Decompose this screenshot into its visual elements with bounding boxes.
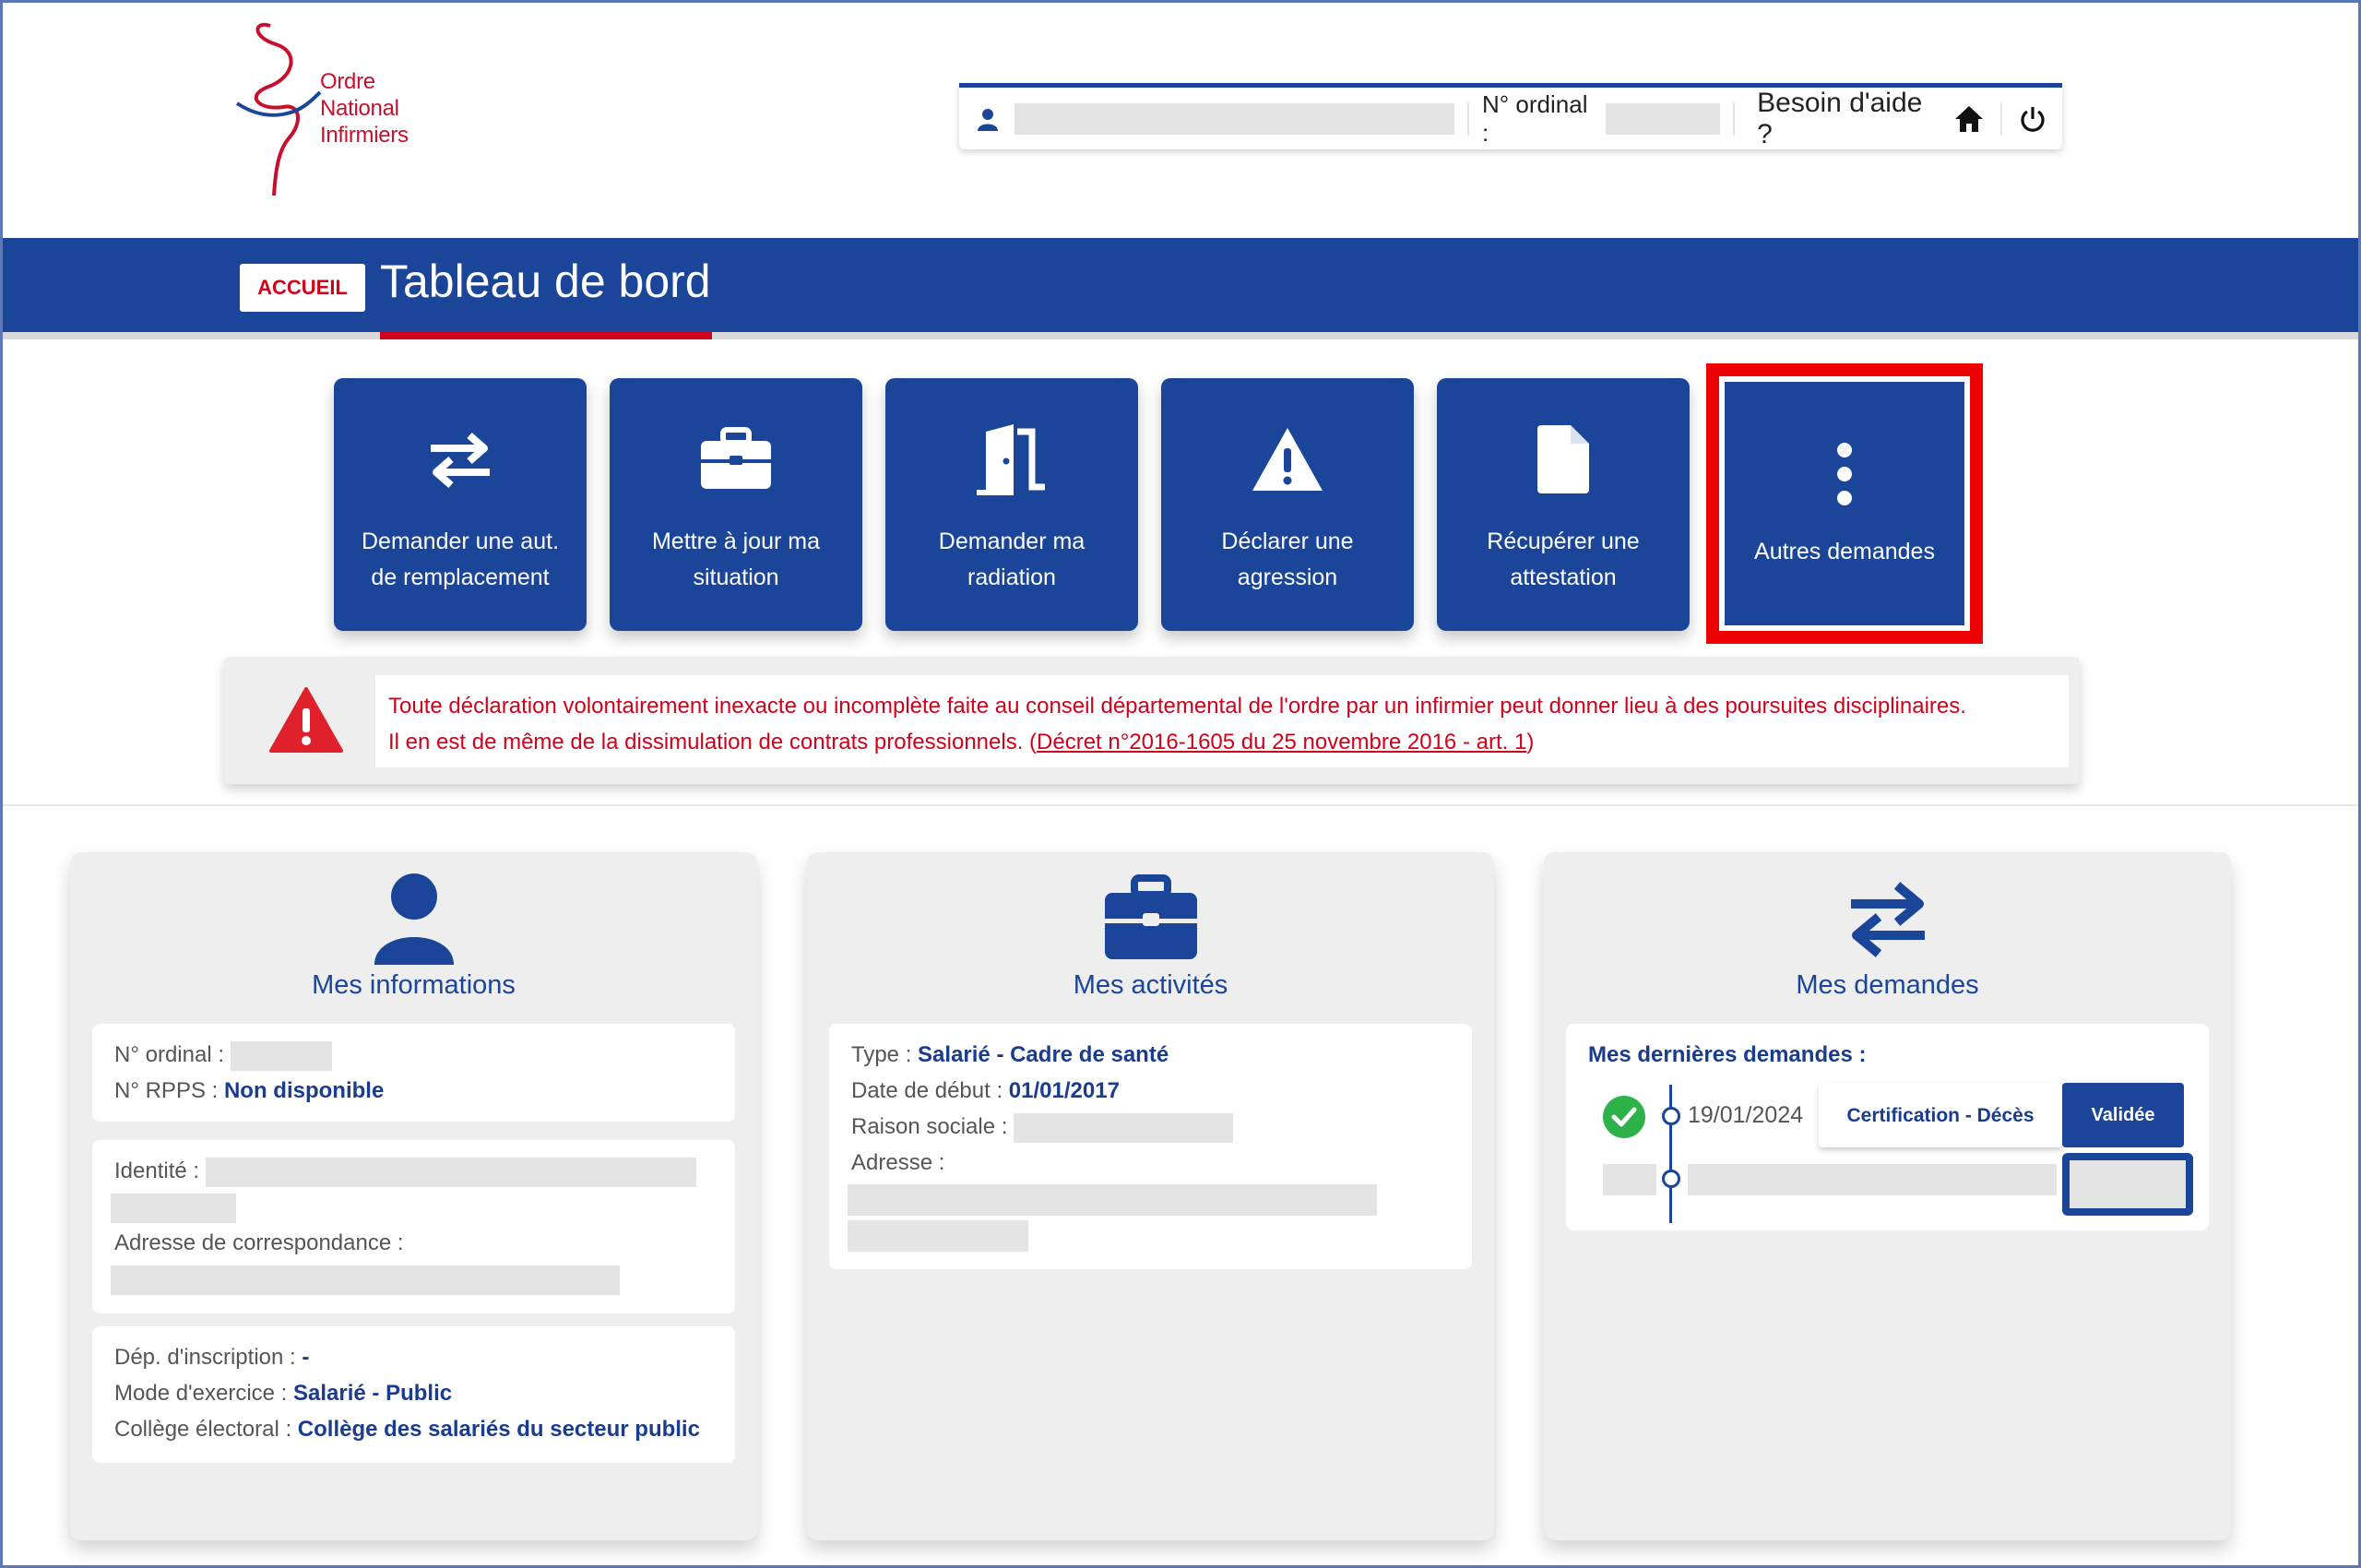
adresse-redacted [848,1183,1377,1216]
home-icon[interactable] [1953,102,1986,136]
tile-label: Mettre à jour ma situation [651,529,820,590]
tile-mettre-a-jour-situation[interactable]: Mettre à jour ma situation [610,378,862,631]
address-redacted [111,1265,620,1295]
demande-redacted [1603,1164,1656,1195]
section-divider [3,804,2358,806]
decret-link[interactable]: Décret n°2016-1605 du 25 novembre 2016 -… [1037,730,1526,754]
demande-type[interactable]: Certification - Décès [1819,1083,2062,1147]
dep-label: Dép. d'inscription : [114,1345,296,1370]
ordinal-label: N° ordinal : [1482,89,1588,147]
more-vertical-icon [1806,435,1883,513]
demande-redacted [1688,1164,2057,1195]
warning-line-1: Toute déclaration volontairement inexact… [388,694,1966,719]
identity-redacted-2 [111,1193,236,1223]
warning-text: Toute déclaration volontairement inexact… [375,675,2069,767]
dep-value: - [302,1345,310,1370]
tile-autres-demandes-highlight: Autres demandes [1706,363,1983,644]
timeline-node [1662,1107,1680,1125]
card-title: Mes demandes [1796,970,1979,1000]
user-name-redacted [1014,102,1455,135]
card-mes-informations: Mes informations N° ordinal : N° RPPS : … [70,852,757,1540]
logo-text: Ordre National Infirmiers [320,68,409,148]
warning-line-2: Il en est de même de la dissimulation de… [388,730,1535,754]
door-exit-icon [973,421,1050,498]
warning-icon [268,686,344,754]
timeline-line [1669,1085,1672,1223]
infos-inscription-block: Dép. d'inscription : - Mode d'exercice :… [92,1326,735,1463]
date-value: 01/01/2017 [1008,1078,1120,1103]
banner-underline [3,332,2358,339]
type-label: Type : [851,1042,912,1067]
help-link[interactable]: Besoin d'aide ? [1757,88,1940,150]
tile-declarer-agression[interactable]: Déclarer une agression [1161,378,1414,631]
ordinal-value-redacted [1605,102,1721,135]
user-icon [976,107,1000,131]
briefcase-icon [807,874,1494,961]
title-underline [380,332,712,339]
college-value: Collège des salariés du secteur public [297,1417,700,1442]
rpps-label: N° RPPS : [114,1078,219,1103]
college-label: Collège électoral : [114,1417,292,1442]
ordinal-label: N° ordinal : [114,1042,224,1067]
accueil-badge[interactable]: ACCUEIL [240,264,365,312]
raison-redacted [1014,1112,1234,1143]
document-icon [1525,421,1602,498]
tile-demander-radiation[interactable]: Demander ma radiation [885,378,1138,631]
arrows-exchange-icon [1544,874,2231,963]
tile-label: Autres demandes [1754,539,1935,564]
raison-label: Raison sociale : [851,1114,1008,1139]
page-title: Tableau de bord [380,255,711,307]
infos-identity-block: Identité : Adresse de correspondance : [92,1140,735,1313]
timeline-node [1662,1170,1680,1188]
mode-label: Mode d'exercice : [114,1381,288,1406]
legal-warning: Toute déclaration volontairement inexact… [224,657,2080,784]
tile-label: Déclarer une agression [1221,529,1354,590]
logo-line-national: National [320,96,399,121]
separator [2000,101,2002,136]
status-badge: Validée [2062,1083,2184,1147]
card-mes-demandes: Mes demandes Mes dernières demandes : 19… [1544,852,2231,1540]
tile-demander-remplacement[interactable]: Demander une aut. de remplacement [334,378,587,631]
tile-label: Récupérer une attestation [1487,529,1640,590]
type-value: Salarié - Cadre de santé [918,1042,1169,1067]
adresse-label: Adresse : [851,1150,945,1175]
identity-redacted [205,1157,696,1187]
address-label: Adresse de correspondance : [114,1230,404,1255]
power-icon[interactable] [2017,102,2049,136]
tile-label: Demander ma radiation [938,529,1086,590]
user-icon [70,873,757,965]
mode-value: Salarié - Public [293,1381,453,1406]
demandes-heading: Mes dernières demandes : [1588,1042,1867,1067]
status-badge-redacted [2062,1153,2193,1216]
date-label: Date de début : [851,1078,1003,1103]
separator [1467,101,1470,136]
identity-label: Identité : [114,1158,200,1183]
user-toolbar: N° ordinal : Besoin d'aide ? [959,83,2062,149]
briefcase-icon [697,421,775,498]
logo-line-infirmiers: Infirmiers [320,123,409,148]
warning-icon [1249,421,1326,498]
ordinal-redacted [230,1040,332,1071]
adresse-redacted-2 [848,1219,1028,1252]
arrows-exchange-icon [421,421,499,498]
demande-date: 19/01/2024 [1688,1102,1804,1128]
infos-ordinal-block: N° ordinal : N° RPPS : Non disponible [92,1024,735,1122]
tile-recuperer-attestation[interactable]: Récupérer une attestation [1437,378,1690,631]
card-title: Mes activités [1073,970,1228,1000]
demandes-block: Mes dernières demandes : 19/01/2024 Cert… [1566,1024,2209,1230]
rpps-value: Non disponible [223,1078,385,1103]
tile-autres-demandes[interactable]: Autres demandes [1725,382,1964,625]
card-mes-activites: Mes activités Type : Salarié - Cadre de … [807,852,1494,1540]
tile-label: Demander une aut. de remplacement [361,529,560,590]
logo-line-ordre: Ordre [320,69,375,94]
check-icon [1603,1096,1645,1138]
card-title: Mes informations [312,970,516,1000]
separator [1733,101,1736,136]
activites-block: Type : Salarié - Cadre de santé Date de … [829,1024,1472,1269]
oni-logo[interactable]: Ordre National Infirmiers [235,18,429,208]
